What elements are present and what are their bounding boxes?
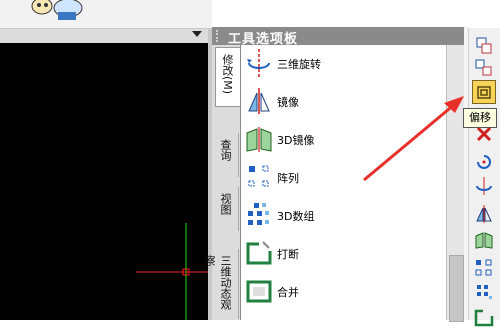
modify-toolbar [468,28,500,327]
3d-rotate-icon [247,49,270,77]
3d-rotate-small-icon[interactable] [474,176,494,196]
drawing-canvas[interactable] [0,43,208,320]
mascot-logo-icon [31,0,83,20]
tool-join[interactable]: 合并 [241,273,447,311]
mirror-small-icon[interactable] [474,204,494,224]
tool-3d-rotate[interactable]: 三维旋转 [241,45,447,83]
copy-icon[interactable] [474,36,494,56]
tool-label: 3D数组 [277,210,315,223]
copy-multiple-icon[interactable] [474,58,494,78]
tool-array[interactable]: 阵列 [241,159,447,197]
mirror-icon [248,88,270,114]
3d-array-small-icon[interactable] [474,282,494,302]
palette-tabs: 修改(M) 查询 视图 三维动态观察 [203,45,240,320]
array-small-icon[interactable] [474,258,494,278]
tool-3d-mirror[interactable]: 3D镜像 [241,121,447,159]
tab-modify[interactable]: 修改(M) [215,47,240,107]
scrollbar-thumb[interactable] [449,255,464,322]
tool-mirror[interactable]: 镜像 [241,83,447,121]
tab-label: 三维动态观察 [203,255,232,310]
palette-titlebar[interactable]: 工具选项板 [212,27,464,47]
3d-mirror-small-icon[interactable] [474,230,494,250]
array-icon [248,165,269,187]
dropdown-arrow-icon[interactable] [192,31,202,37]
3d-array-icon [248,203,269,225]
tool-label: 打断 [277,248,299,261]
tool-list: 三维旋转 镜像 3D镜像 阵列 3D数组 打断 合并 [240,45,447,320]
tab-view[interactable]: 视图 [214,187,239,231]
grip-icon[interactable] [216,30,224,42]
tool-label: 镜像 [277,96,299,109]
tab-label: 修改(M) [221,54,234,95]
offset-icon[interactable] [472,80,496,104]
join-icon [246,280,272,303]
tool-palette: 工具选项板 修改(M) 查询 视图 三维动态观察 三维旋转 镜像 3D镜像 阵列… [203,27,465,322]
tab-label: 查询 [219,139,232,161]
palette-scrollbar[interactable] [446,45,465,322]
tooltip: 偏移 [463,108,497,128]
3d-mirror-icon [246,127,272,152]
crosshair-cursor-icon [136,223,208,320]
top-strip [0,0,212,28]
tool-label: 阵列 [277,172,299,185]
tab-query[interactable]: 查询 [214,133,239,177]
break-icon [246,241,272,265]
tool-label: 合并 [277,286,299,299]
tool-label: 3D镜像 [277,134,315,147]
rotate-icon[interactable] [474,152,494,172]
tab-3d-orbit[interactable]: 三维动态观察 [203,249,239,319]
document-bar [0,28,208,44]
tab-label: 视图 [219,193,232,215]
tool-label: 三维旋转 [277,58,321,71]
tool-break[interactable]: 打断 [241,235,447,273]
break-small-icon[interactable] [474,308,494,328]
tool-3d-array[interactable]: 3D数组 [241,197,447,235]
